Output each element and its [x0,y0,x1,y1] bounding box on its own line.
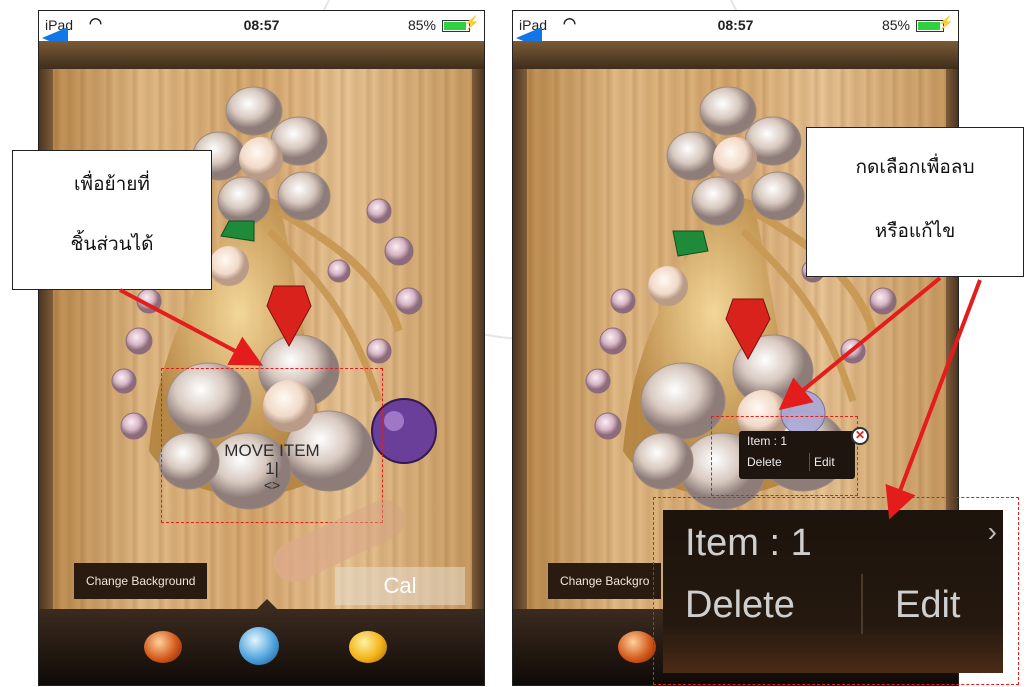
yellow-gem-icon[interactable] [349,631,387,663]
item-popup: Item : 1 Delete Edit [739,431,855,479]
phone-screen-left: iPad ◠ 08:57 85% ⚡ MOVE ITEM 1| <> Cal C… [38,10,485,686]
change-background-button[interactable]: Change Background [74,563,208,599]
charging-icon: ⚡ [463,15,480,30]
status-bar: iPad ◠ 08:57 85% ⚡ [513,11,958,41]
frame-top [39,41,484,71]
dock-notch [257,599,277,609]
callout-edit-line1: กดเลือกเพื่อลบ [855,156,975,178]
cal-button[interactable]: Cal [335,567,465,605]
close-icon[interactable]: ✕ [851,427,869,445]
callout-edit-line2: หรือแก้ไข [874,220,956,242]
delete-button[interactable]: Delete [747,453,782,471]
blue-gem-icon[interactable] [239,627,279,665]
callout-move-line1: เพื่อย้ายที่ [74,173,150,195]
frame-right [470,69,484,609]
gem-dock [39,599,484,685]
move-arrows-icon: <> [263,477,281,493]
edit-button[interactable]: Edit [809,453,839,471]
battery-percent: 85% [881,17,910,33]
change-background-button[interactable]: Change Backgro [548,563,662,599]
charging-icon: ⚡ [937,15,954,30]
callout-move-line2: ชิ้นส่วนได้ [70,233,154,255]
zoom-highlight-box [653,497,1019,685]
move-item-index: 1| [265,459,279,478]
frame-top [513,41,958,71]
battery-percent: 85% [407,17,436,33]
orange-gem-icon[interactable] [144,631,182,663]
move-selection-box: MOVE ITEM 1| <> [161,368,383,523]
status-bar: iPad ◠ 08:57 85% ⚡ [39,11,484,41]
callout-edit: กดเลือกเพื่อลบ หรือแก้ไข [806,127,1024,277]
callout-move: เพื่อย้ายที่ ชิ้นส่วนได้ [12,150,212,290]
orange-gem-icon[interactable] [618,631,656,663]
move-item-label: MOVE ITEM [224,441,320,460]
item-popup-title: Item : 1 [747,434,788,448]
